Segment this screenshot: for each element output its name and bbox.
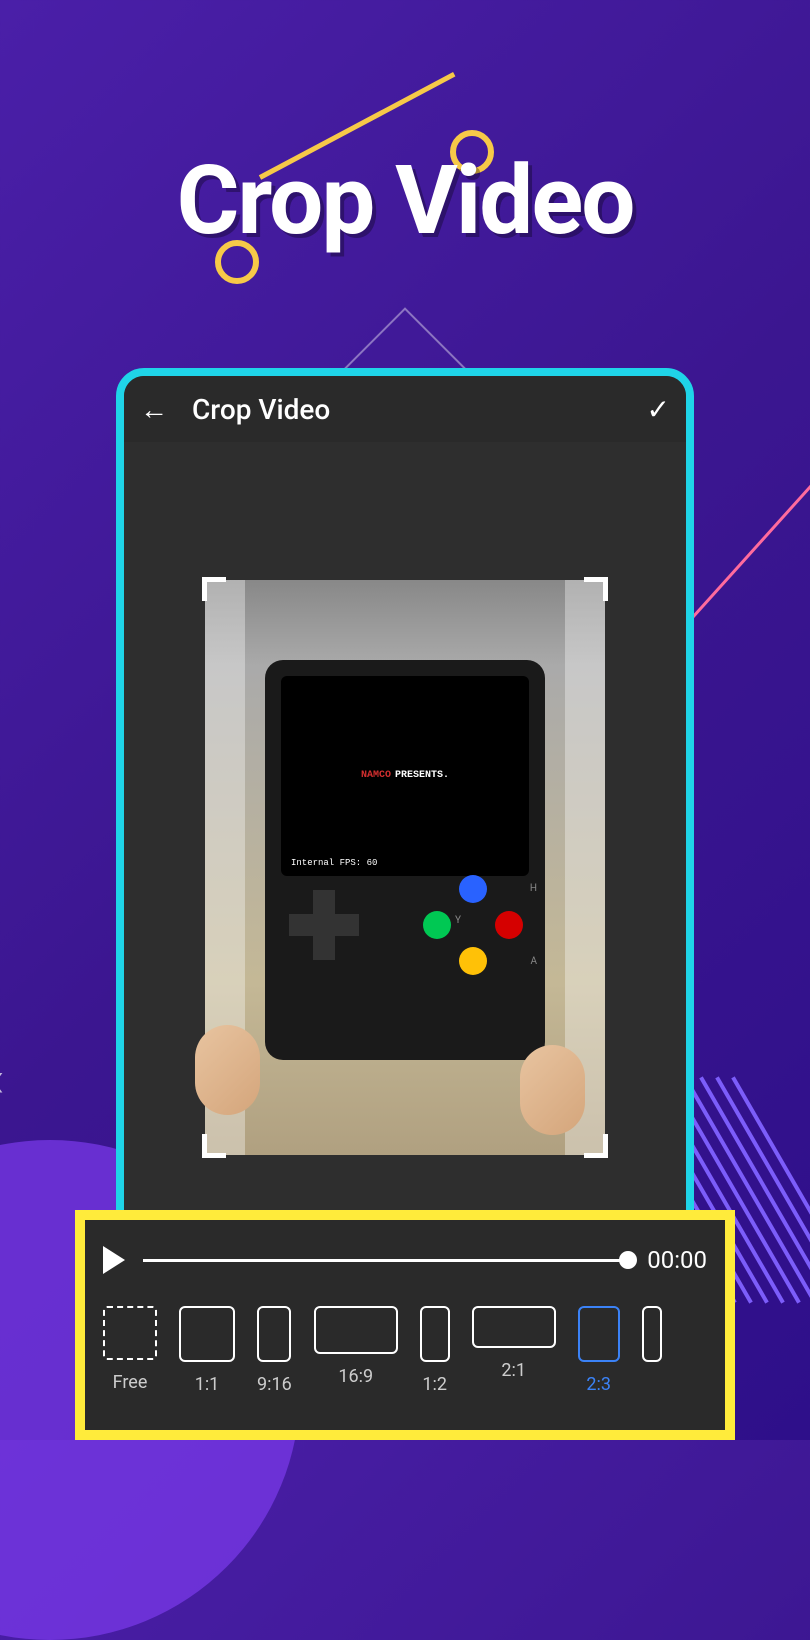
app-header: ← Crop Video ✓ (124, 376, 686, 442)
ratio-option-16-9[interactable]: 16:9 (314, 1306, 398, 1387)
ratio-label: 1:1 (195, 1374, 220, 1395)
ratio-label: Free (113, 1372, 148, 1393)
chevron-left-icon: ‹ (0, 1049, 5, 1110)
console-illustration: NAMCO PRESENTS. Internal FPS: 60 Y H A (265, 660, 545, 1060)
ratio-9-16-icon (257, 1306, 291, 1362)
ratio-2-1-icon (472, 1306, 556, 1348)
video-crop-area[interactable]: NAMCO PRESENTS. Internal FPS: 60 Y H A (124, 442, 686, 1292)
header-title: Crop Video (192, 393, 623, 426)
play-button-icon[interactable] (103, 1246, 125, 1274)
ratio-16-9-icon (314, 1306, 398, 1354)
ratio-1-1-icon (179, 1306, 235, 1362)
ratio-label: 2:1 (501, 1360, 526, 1381)
thumb-illustration (520, 1045, 585, 1135)
ratio-2-3-icon (578, 1306, 620, 1362)
playback-thumb[interactable] (619, 1251, 637, 1269)
playback-row: 00:00 (103, 1232, 707, 1288)
ratio-option-9-16[interactable]: 9:16 (257, 1306, 292, 1395)
console-presents-text: PRESENTS. (395, 770, 449, 781)
face-buttons: Y H A (423, 875, 523, 975)
ratio-label: 9:16 (257, 1374, 292, 1395)
console-screen: NAMCO PRESENTS. Internal FPS: 60 (281, 676, 529, 876)
ratio-1-2-icon (420, 1306, 450, 1362)
console-fps-text: Internal FPS: 60 (291, 858, 377, 868)
ratio-option-1-1[interactable]: 1:1 (179, 1306, 235, 1395)
back-arrow-icon[interactable]: ← (140, 393, 168, 426)
ratio-label: 1:2 (422, 1374, 447, 1395)
ratio-label: 2:3 (586, 1374, 611, 1395)
aspect-ratio-row: Free 1:1 9:16 16:9 1:2 2:1 2:3 (103, 1306, 707, 1395)
confirm-check-icon[interactable]: ✓ (647, 393, 670, 426)
ratio-option-more[interactable] (642, 1306, 662, 1362)
page-title: Crop Video (0, 145, 810, 257)
ratio-option-2-3[interactable]: 2:3 (578, 1306, 620, 1395)
thumb-illustration (195, 1025, 260, 1115)
bottom-controls-panel: 00:00 Free 1:1 9:16 16:9 1:2 2:1 2:3 (75, 1210, 735, 1440)
ratio-option-2-1[interactable]: 2:1 (472, 1306, 556, 1381)
console-brand-text: NAMCO (361, 770, 391, 781)
playback-time: 00:00 (647, 1246, 707, 1274)
ratio-option-1-2[interactable]: 1:2 (420, 1306, 450, 1395)
dpad-icon (289, 890, 359, 960)
ratio-free-icon (103, 1306, 157, 1360)
ratio-label: 16:9 (338, 1366, 373, 1387)
ratio-option-free[interactable]: Free (103, 1306, 157, 1393)
ratio-more-icon (642, 1306, 662, 1362)
video-preview[interactable]: NAMCO PRESENTS. Internal FPS: 60 Y H A (205, 580, 605, 1155)
playback-slider[interactable] (143, 1259, 629, 1262)
